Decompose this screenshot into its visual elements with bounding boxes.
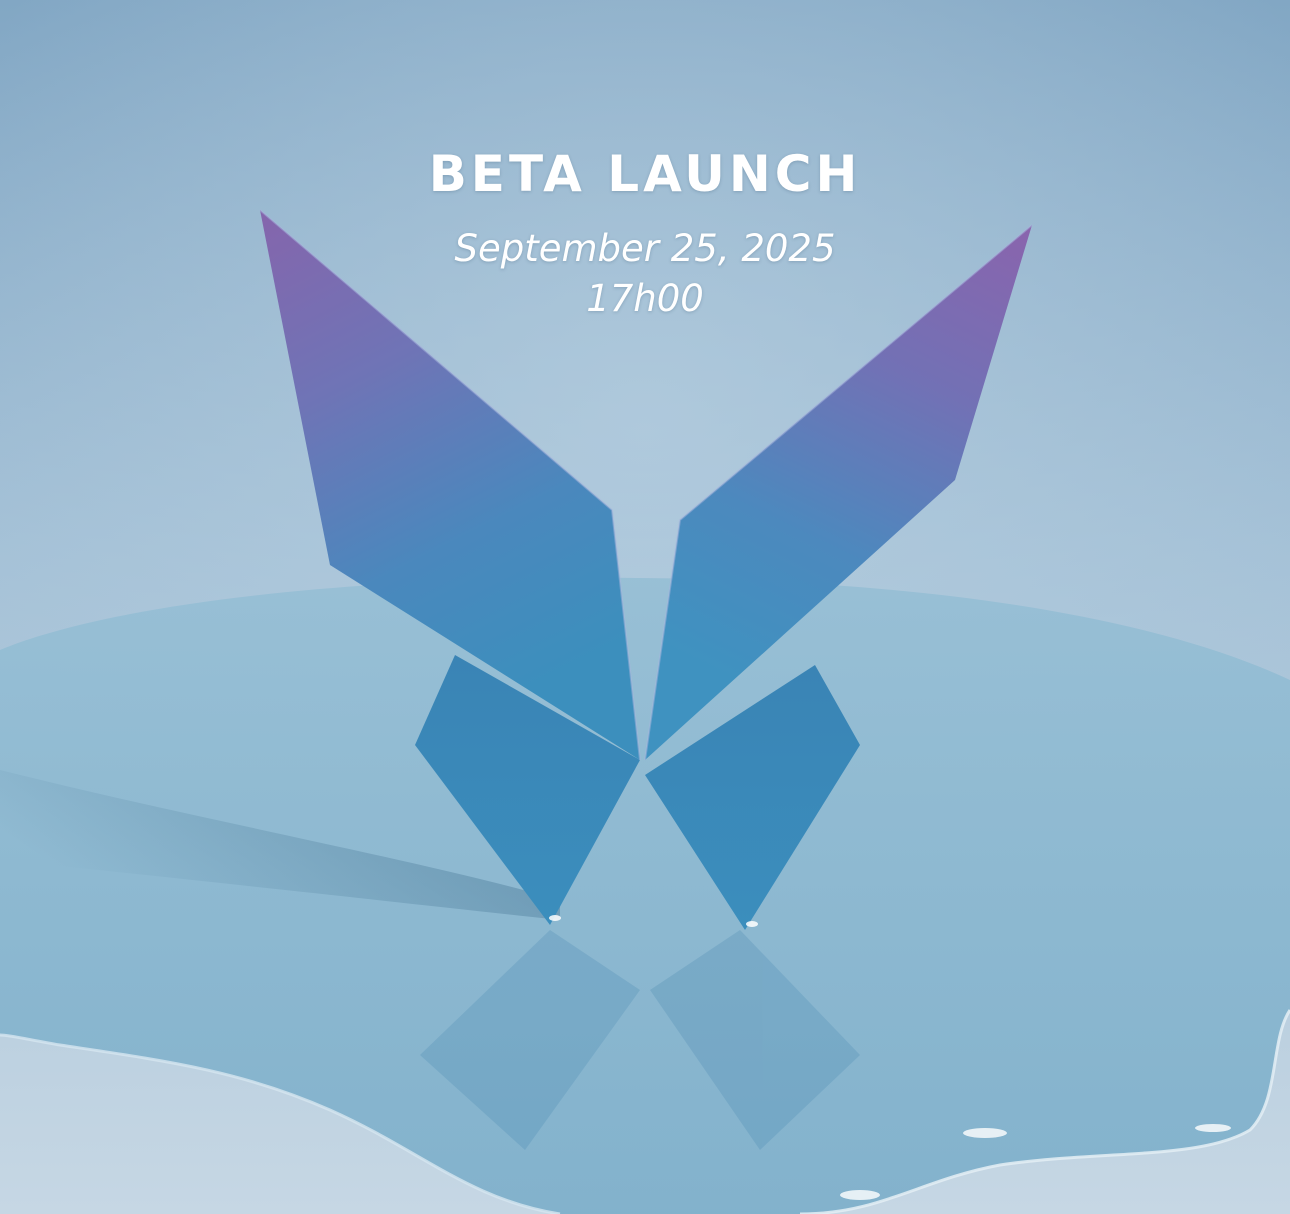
event-time: 17h00 bbox=[586, 277, 704, 320]
event-date: September 25, 2025 bbox=[454, 227, 836, 270]
event-title: BETA LAUNCH bbox=[428, 145, 862, 203]
